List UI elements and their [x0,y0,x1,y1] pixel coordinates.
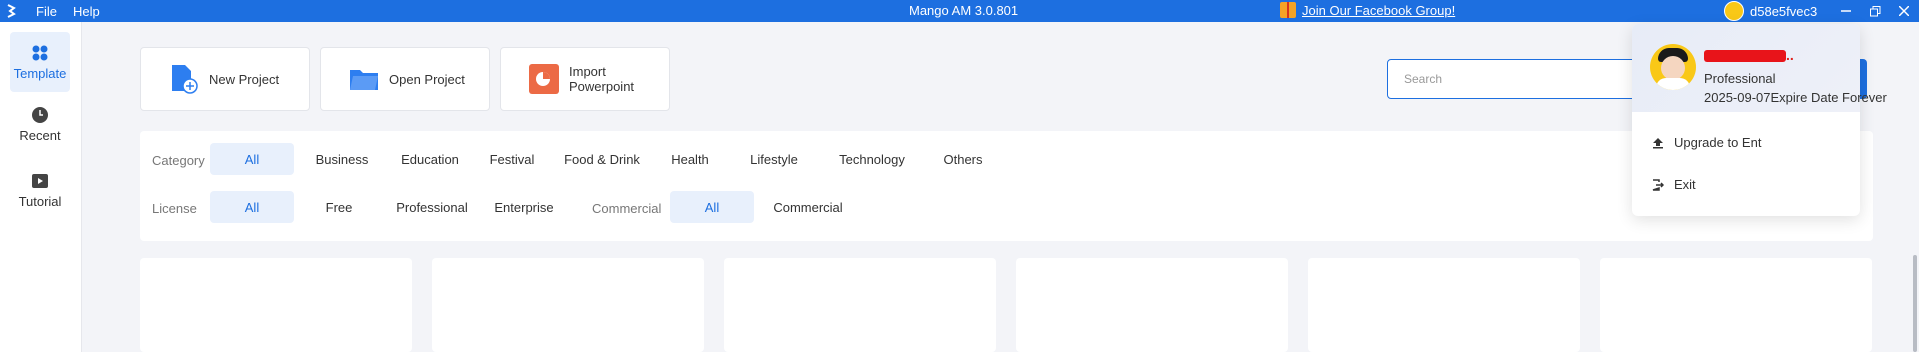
category-chip-technology[interactable]: Technology [824,143,920,175]
commercial-label: Commercial [592,201,662,216]
app-title: Mango AM 3.0.801 [909,3,1019,18]
template-card[interactable] [1600,258,1872,352]
commercial-chip-all[interactable]: All [670,191,754,223]
open-project-button[interactable]: Open Project [320,47,490,111]
new-project-label: New Project [209,71,280,87]
license-chip-professional[interactable]: Professional [384,191,480,223]
category-chip-food-drink[interactable]: Food & Drink [554,143,650,175]
facebook-group-label[interactable]: Join Our Facebook Group! [1302,3,1455,18]
search-placeholder: Search [1404,72,1443,86]
app-logo-icon [0,0,22,22]
license-chip-all[interactable]: All [210,191,294,223]
commercial-chip-commercial[interactable]: Commercial [760,191,856,223]
title-bar: File Help Mango AM 3.0.801 Join Our Face… [0,0,1919,22]
category-chip-others[interactable]: Others [926,143,1000,175]
upload-icon [1652,137,1664,149]
template-card[interactable] [140,258,412,352]
username: d58e5fvec3 [1750,3,1818,19]
sidebar-item-recent[interactable]: Recent [10,94,70,154]
category-label: Category [152,153,205,168]
import-powerpoint-label: Import Powerpoint [569,64,635,94]
license-label: License [152,201,197,216]
facebook-group-link[interactable]: Join Our Facebook Group! [1280,2,1455,18]
upgrade-label: Upgrade to Ent [1674,135,1762,150]
upgrade-menu-item[interactable]: Upgrade to Ent [1652,135,1761,150]
play-icon [31,172,49,190]
template-card[interactable] [724,258,996,352]
menu-file[interactable]: File [28,4,65,19]
category-chip-lifestyle[interactable]: Lifestyle [730,143,818,175]
sidebar-item-template[interactable]: Template [10,32,70,92]
sidebar-item-label: Recent [19,127,61,143]
category-chip-health[interactable]: Health [656,143,724,175]
popup-plan: Professional [1704,71,1776,86]
powerpoint-icon [529,64,559,94]
sidebar-item-tutorial[interactable]: Tutorial [10,160,70,220]
template-card[interactable] [1016,258,1288,352]
popup-username-redacted: .. [1704,47,1794,63]
exit-label: Exit [1674,177,1696,192]
vertical-scrollbar[interactable] [1913,255,1917,352]
open-project-label: Open Project [389,71,465,87]
filter-panel: Category All Business Education Festival… [140,131,1873,241]
minimize-icon[interactable] [1832,0,1860,22]
sidebar: Template Recent Tutorial [0,22,82,352]
avatar-icon [1724,1,1744,21]
exit-icon [1652,178,1664,191]
new-file-icon [169,64,199,94]
grid-icon [31,44,49,62]
license-chip-free[interactable]: Free [304,191,374,223]
category-chip-festival[interactable]: Festival [476,143,548,175]
popup-expire-date: 2025-09-07Expire Date Forever [1704,90,1887,105]
license-chip-enterprise[interactable]: Enterprise [482,191,566,223]
import-powerpoint-button[interactable]: Import Powerpoint [500,47,670,111]
category-chip-education[interactable]: Education [388,143,472,175]
category-chip-all[interactable]: All [210,143,294,175]
menu-help[interactable]: Help [65,4,108,19]
avatar [1650,44,1696,90]
template-card[interactable] [432,258,704,352]
close-icon[interactable] [1890,0,1918,22]
new-project-button[interactable]: New Project [140,47,310,111]
user-menu[interactable]: d58e5fvec3 [1724,1,1817,21]
exit-menu-item[interactable]: Exit [1652,177,1696,192]
clock-icon [31,106,49,124]
folder-icon [349,64,379,94]
restore-icon[interactable] [1861,0,1889,22]
user-popup: .. Professional 2025-09-07Expire Date Fo… [1632,24,1887,216]
category-chip-business[interactable]: Business [302,143,382,175]
sidebar-item-label: Template [13,65,67,81]
gift-icon [1280,2,1296,18]
template-card[interactable] [1308,258,1580,352]
sidebar-item-label: Tutorial [18,193,62,209]
